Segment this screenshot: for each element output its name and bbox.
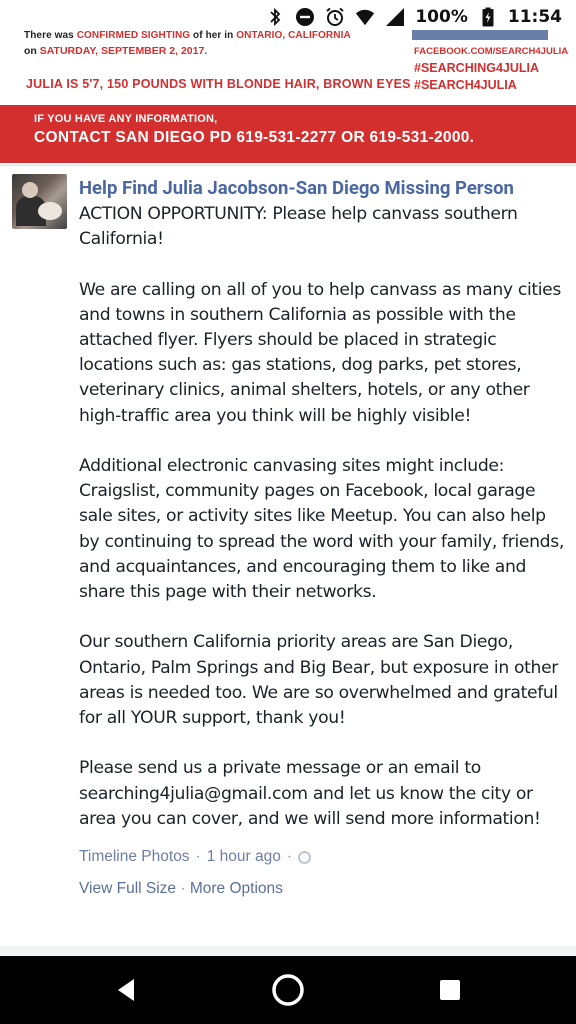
avatar-face [22, 182, 38, 198]
flyer-image[interactable]: There was CONFIRMED SIGHTING of her in O… [0, 30, 576, 165]
flyer-date-line: on SATURDAY, SEPTEMBER 2, 2017. [24, 45, 207, 57]
bluetooth-icon [265, 7, 285, 27]
meta-separator: · [195, 848, 201, 865]
flyer-hashtag-1: #SEARCHING4JULIA [414, 61, 540, 75]
recent-square-icon [440, 980, 460, 1000]
album-link[interactable]: Timeline Photos [79, 848, 190, 866]
post-meta: Timeline Photos · 1 hour ago · [79, 848, 312, 866]
flyer-hashtag-2: #SEARCH4JULIA [414, 78, 517, 92]
post-body: ACTION OPPORTUNITY: Please help canvass … [79, 204, 564, 829]
post-content: Help Find Julia Jacobson-San Diego Missi… [79, 176, 569, 832]
divider [0, 165, 576, 166]
home-button[interactable] [248, 956, 328, 1024]
home-circle-icon [272, 974, 304, 1006]
globe-icon [298, 850, 312, 864]
battery-percent: 100% [415, 7, 468, 27]
flyer-sighting-highlight: CONFIRMED SIGHTING [76, 30, 191, 41]
flyer-banner-line-1: IF YOU HAVE ANY INFORMATION, [34, 113, 218, 125]
flyer-facebook-url: FACEBOOK.COM/SEARCH4JULIA [414, 46, 569, 57]
avatar-dog [38, 202, 62, 220]
back-button[interactable] [86, 956, 166, 1024]
alarm-icon [325, 7, 345, 27]
navigation-bar [0, 956, 576, 1024]
timestamp-link[interactable]: 1 hour ago [207, 848, 281, 866]
meta-separator-2: · [286, 848, 293, 865]
flyer-sighting-text-mid: of her in [190, 30, 237, 41]
clock: 11:54 [507, 7, 562, 27]
more-options-link[interactable]: More Options [190, 880, 283, 897]
flyer-sighting-location: ONTARIO, CALIFORNIA [236, 30, 351, 41]
wifi-icon [355, 7, 375, 27]
flyer-date: SATURDAY, SEPTEMBER 2, 2017. [39, 45, 208, 57]
view-full-size-link[interactable]: View Full Size [79, 880, 176, 897]
actions-separator: · [180, 880, 186, 897]
page-name-link[interactable]: Help Find Julia Jacobson-San Diego Missi… [79, 176, 569, 200]
recent-apps-button[interactable] [410, 956, 490, 1024]
flyer-banner-line-2: CONTACT SAN DIEGO PD 619-531-2277 OR 619… [34, 129, 475, 146]
section-divider [0, 946, 576, 956]
flyer-photo-strip [412, 30, 548, 40]
back-triangle-icon [118, 979, 134, 1001]
flyer-contact-banner: IF YOU HAVE ANY INFORMATION, CONTACT SAN… [0, 105, 576, 163]
battery-charging-icon [478, 7, 498, 27]
flyer-sighting-text: There was [24, 30, 77, 41]
avatar[interactable] [12, 174, 67, 229]
signal-icon [385, 7, 405, 27]
post-actions: View Full Size · More Options [79, 880, 283, 898]
flyer-sighting-line: There was CONFIRMED SIGHTING of her in O… [24, 30, 351, 41]
flyer-date-prefix: on [24, 45, 40, 57]
dnd-icon [295, 7, 315, 27]
status-bar: 100% 11:54 [0, 0, 576, 34]
flyer-description: JULIA IS 5'7, 150 POUNDS WITH BLONDE HAI… [26, 77, 411, 91]
